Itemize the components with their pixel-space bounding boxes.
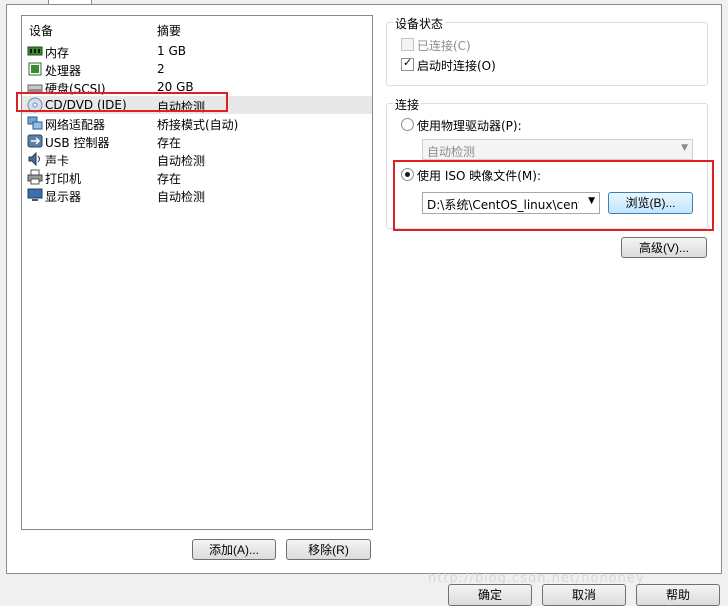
usb-icon (27, 134, 43, 148)
physical-drive-value: 自动检测 (427, 145, 476, 159)
device-summary: 1 GB (157, 44, 186, 58)
physical-drive-select[interactable]: 自动检测 ▼ (422, 139, 693, 160)
device-name: 内存 (45, 46, 70, 60)
chevron-down-icon: ▼ (681, 143, 688, 153)
connected-label: 已连接(C) (417, 39, 471, 53)
device-row-processor[interactable]: 处理器 2 (22, 60, 372, 78)
highlight-box-cd-dvd (16, 92, 228, 112)
printer-icon (27, 169, 43, 185)
device-summary: 桥接模式(自动) (157, 118, 239, 132)
connect-on-power-checkbox[interactable]: ✓ (401, 56, 414, 71)
device-name: 打印机 (45, 172, 82, 186)
device-name: 声卡 (45, 154, 70, 168)
device-row-memory[interactable]: 内存 1 GB (22, 42, 372, 60)
display-icon (27, 188, 43, 201)
device-name: 网络适配器 (45, 118, 106, 132)
physical-drive-radio[interactable] (401, 118, 414, 131)
processor-icon (28, 62, 42, 76)
remove-button[interactable]: 移除(R) (286, 539, 371, 560)
device-row-printer[interactable]: 打印机 存在 (22, 168, 372, 186)
connect-on-power-label: 启动时连接(O) (417, 59, 496, 73)
list-header: 设备 摘要 (22, 22, 372, 38)
device-status-title: 设备状态 (393, 15, 446, 32)
device-name: 处理器 (45, 64, 82, 78)
device-summary: 自动检测 (157, 190, 206, 204)
device-name: USB 控制器 (45, 136, 110, 150)
sound-card-icon (28, 151, 40, 167)
add-button[interactable]: 添加(A)... (192, 539, 276, 560)
connected-checkbox[interactable] (401, 38, 414, 51)
check-icon: ✓ (403, 56, 413, 69)
network-adapter-icon (27, 116, 43, 130)
header-device: 设备 (29, 24, 54, 38)
advanced-button[interactable]: 高级(V)... (621, 237, 707, 258)
memory-icon (27, 46, 43, 56)
device-row-display[interactable]: 显示器 自动检测 (22, 186, 372, 204)
device-row-usb[interactable]: USB 控制器 存在 (22, 132, 372, 150)
highlight-box-iso (393, 160, 714, 231)
connection-title: 连接 (393, 96, 422, 113)
device-summary: 2 (157, 62, 165, 76)
device-summary: 存在 (157, 172, 182, 186)
device-summary: 存在 (157, 136, 182, 150)
header-summary: 摘要 (157, 24, 182, 38)
physical-drive-label: 使用物理驱动器(P): (417, 119, 522, 133)
device-summary: 自动检测 (157, 154, 206, 168)
device-name: 显示器 (45, 190, 82, 204)
device-row-sound-card[interactable]: 声卡 自动检测 (22, 150, 372, 168)
device-row-network-adapter[interactable]: 网络适配器 桥接模式(自动) (22, 114, 372, 132)
